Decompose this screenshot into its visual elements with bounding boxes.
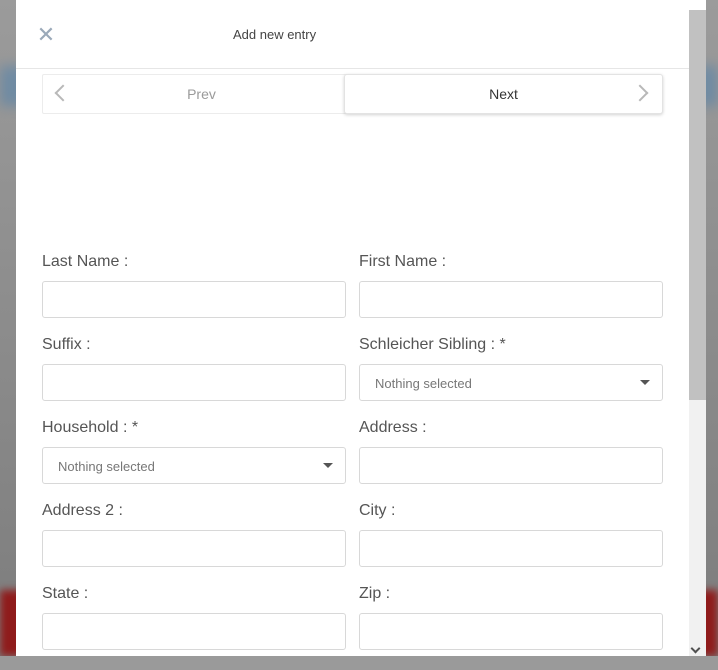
schleicher-sibling-select[interactable]: Nothing selected <box>359 364 663 401</box>
address2-input[interactable] <box>42 530 346 567</box>
last-name-field: Last Name : <box>42 252 346 318</box>
city-label: City : <box>359 502 396 519</box>
address-input[interactable] <box>359 447 663 484</box>
caret-down-icon <box>640 380 650 385</box>
last-name-input[interactable] <box>42 281 346 318</box>
modal-header: ✕ Add new entry <box>16 0 690 69</box>
add-entry-modal: ✕ Add new entry Prev Next Last Name : Fi… <box>16 0 706 656</box>
zip-field: Zip : <box>359 584 663 650</box>
close-icon[interactable]: ✕ <box>36 24 56 46</box>
household-selected: Nothing selected <box>58 459 155 474</box>
suffix-field: Suffix : <box>42 335 346 401</box>
address-label: Address : <box>359 419 427 436</box>
background-bottom <box>0 656 718 670</box>
modal-scrollbar[interactable] <box>689 10 706 656</box>
state-label: State : <box>42 585 89 602</box>
address2-field: Address 2 : <box>42 501 346 567</box>
next-button[interactable]: Next <box>344 74 663 114</box>
next-label: Next <box>489 86 518 102</box>
schleicher-sibling-label: Schleicher Sibling : * <box>359 336 506 353</box>
city-input[interactable] <box>359 530 663 567</box>
first-name-input[interactable] <box>359 281 663 318</box>
first-name-field: First Name : <box>359 252 663 318</box>
suffix-label: Suffix : <box>42 336 91 353</box>
state-field: State : <box>42 584 346 650</box>
schleicher-sibling-selected: Nothing selected <box>375 376 472 391</box>
household-select[interactable]: Nothing selected <box>42 447 346 484</box>
first-name-label: First Name : <box>359 253 447 270</box>
zip-label: Zip : <box>359 585 391 602</box>
address2-label: Address 2 : <box>42 502 123 519</box>
suffix-input[interactable] <box>42 364 346 401</box>
state-input[interactable] <box>42 613 346 650</box>
schleicher-sibling-field: Schleicher Sibling : * Nothing selected <box>359 335 663 401</box>
zip-input[interactable] <box>359 613 663 650</box>
city-field: City : <box>359 501 663 567</box>
household-label: Household : * <box>42 419 139 436</box>
pager: Prev Next <box>42 74 663 114</box>
last-name-label: Last Name : <box>42 253 129 270</box>
modal-title: Add new entry <box>233 27 317 42</box>
caret-down-icon <box>323 463 333 468</box>
address-field: Address : <box>359 418 663 484</box>
household-field: Household : * Nothing selected <box>42 418 346 484</box>
chevron-down-icon[interactable] <box>690 643 701 654</box>
prev-button[interactable]: Prev <box>42 74 361 114</box>
scrollbar-thumb[interactable] <box>689 10 706 400</box>
prev-label: Prev <box>187 86 216 102</box>
